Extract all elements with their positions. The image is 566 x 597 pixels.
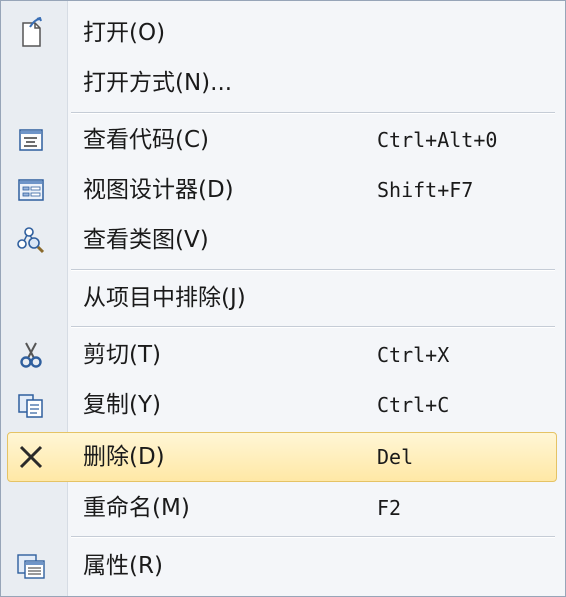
- menu-item-label: 删除(D): [83, 444, 165, 470]
- copy-icon: [15, 389, 47, 421]
- menu-item-label: 剪切(T): [83, 342, 161, 368]
- menu-item-shortcut: Ctrl+C: [377, 393, 450, 417]
- menu-item-label: 查看类图(V): [83, 227, 209, 253]
- menu-item-shortcut: Shift+F7: [377, 178, 474, 202]
- menu-item-shortcut: Del: [377, 445, 414, 469]
- menu-item-label: 属性(R): [83, 553, 163, 579]
- menu-item-label: 打开(O): [83, 20, 166, 46]
- delete-icon: [15, 441, 47, 473]
- menu-item-label: 视图设计器(D): [83, 177, 234, 203]
- menu-item-shortcut: F2: [377, 496, 402, 520]
- menu-item-label: 查看代码(C): [83, 127, 210, 153]
- class-diagram-icon: [15, 224, 47, 256]
- menu-item-open-with[interactable]: 打开方式(N)...: [1, 58, 565, 108]
- menu-item-shortcut: Ctrl+X: [377, 343, 450, 367]
- menu-item-rename[interactable]: 重命名(M) F2: [1, 483, 565, 533]
- menu-item-view-designer[interactable]: 视图设计器(D) Shift+F7: [1, 165, 565, 215]
- menu-item-view-class-diagram[interactable]: 查看类图(V): [1, 215, 565, 265]
- menu-item-label: 复制(Y): [83, 392, 161, 418]
- menu-item-cut[interactable]: 剪切(T) Ctrl+X: [1, 330, 565, 380]
- menu-item-view-code[interactable]: 查看代码(C) Ctrl+Alt+0: [1, 115, 565, 165]
- separator: [71, 536, 555, 538]
- view-code-icon: [15, 124, 47, 156]
- menu-item-delete[interactable]: 删除(D) Del: [1, 432, 565, 482]
- menu-item-exclude-from-project[interactable]: 从项目中排除(J): [1, 273, 565, 323]
- menu-item-properties[interactable]: 属性(R): [1, 541, 565, 591]
- separator: [71, 112, 555, 114]
- separator: [71, 326, 555, 328]
- menu-item-copy[interactable]: 复制(Y) Ctrl+C: [1, 380, 565, 430]
- menu-item-label: 打开方式(N)...: [83, 70, 233, 96]
- menu-item-label: 从项目中排除(J): [83, 285, 246, 311]
- context-menu: 打开(O) 打开方式(N)... 查看代码(C) Ctrl+Alt+0 视图设计…: [0, 0, 566, 597]
- menu-item-label: 重命名(M): [83, 495, 190, 521]
- open-document-icon: [15, 16, 47, 49]
- properties-icon: [15, 550, 47, 582]
- cut-icon: [15, 339, 47, 371]
- separator: [71, 269, 555, 271]
- menu-item-shortcut: Ctrl+Alt+0: [377, 128, 498, 152]
- menu-item-open[interactable]: 打开(O): [1, 8, 565, 58]
- view-designer-icon: [15, 174, 47, 206]
